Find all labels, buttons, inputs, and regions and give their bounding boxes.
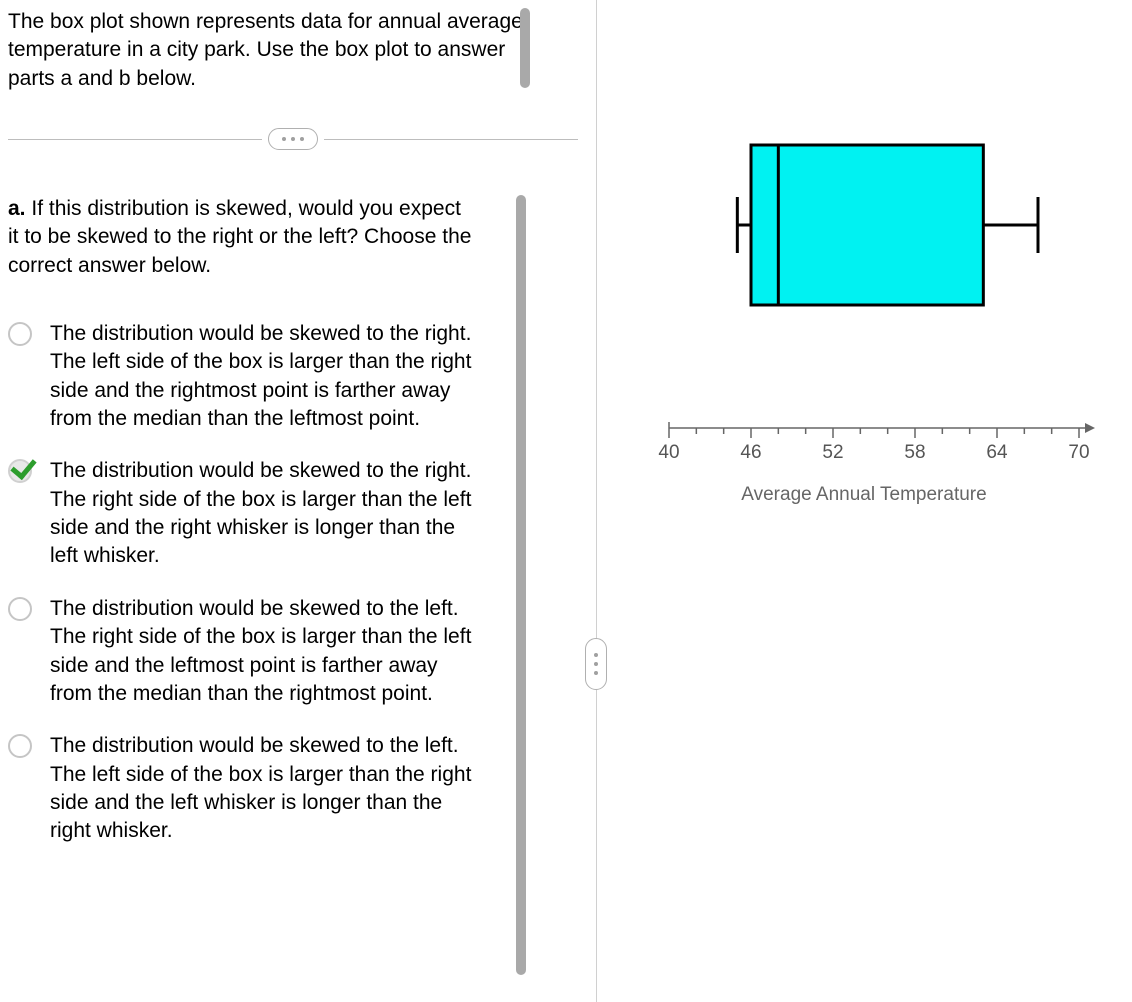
boxplot	[629, 130, 1099, 320]
section-divider	[8, 128, 578, 150]
question-label: a.	[8, 197, 26, 220]
divider-handle[interactable]	[268, 128, 318, 150]
dot-icon	[291, 137, 295, 141]
option-text: The distribution would be skewed to the …	[50, 732, 476, 845]
chart-area: 404652586470 Average Annual Temperature	[629, 130, 1099, 460]
svg-text:70: 70	[1068, 442, 1089, 463]
svg-text:40: 40	[658, 442, 679, 463]
dot-icon	[594, 662, 598, 666]
svg-text:46: 46	[740, 442, 761, 463]
question-text: a. If this distribution is skewed, would…	[8, 195, 476, 280]
option-text: The distribution would be skewed to the …	[50, 595, 476, 708]
split-handle[interactable]	[585, 638, 607, 690]
question-body: If this distribution is skewed, would yo…	[8, 197, 471, 277]
axis: 40 46 52 58 64 70	[629, 416, 1099, 476]
divider-line	[324, 139, 578, 140]
option-1[interactable]: The distribution would be skewed to the …	[8, 320, 476, 433]
question-block: a. If this distribution is skewed, would…	[8, 195, 556, 846]
svg-text:58: 58	[904, 442, 925, 463]
axis-label: Average Annual Temperature	[629, 484, 1099, 506]
option-text: The distribution would be skewed to the …	[50, 457, 476, 570]
option-2[interactable]: The distribution would be skewed to the …	[8, 457, 476, 570]
radio-icon[interactable]	[8, 322, 32, 346]
right-panel: 404652586470 Average Annual Temperature	[596, 0, 1132, 460]
left-panel: The box plot shown represents data for a…	[0, 0, 596, 1002]
svg-text:52: 52	[822, 442, 843, 463]
scrollbar-question[interactable]	[516, 195, 526, 975]
option-3[interactable]: The distribution would be skewed to the …	[8, 595, 476, 708]
option-text: The distribution would be skewed to the …	[50, 320, 476, 433]
dot-icon	[282, 137, 286, 141]
radio-icon[interactable]	[8, 734, 32, 758]
divider-line	[8, 139, 262, 140]
intro-text: The box plot shown represents data for a…	[8, 8, 556, 93]
radio-icon[interactable]	[8, 597, 32, 621]
options-list: The distribution would be skewed to the …	[8, 320, 476, 846]
svg-text:64: 64	[986, 442, 1008, 463]
scrollbar-intro[interactable]	[520, 8, 530, 88]
radio-correct-icon[interactable]	[8, 459, 32, 483]
dot-icon	[594, 671, 598, 675]
dot-icon	[594, 653, 598, 657]
dot-icon	[300, 137, 304, 141]
option-4[interactable]: The distribution would be skewed to the …	[8, 732, 476, 845]
